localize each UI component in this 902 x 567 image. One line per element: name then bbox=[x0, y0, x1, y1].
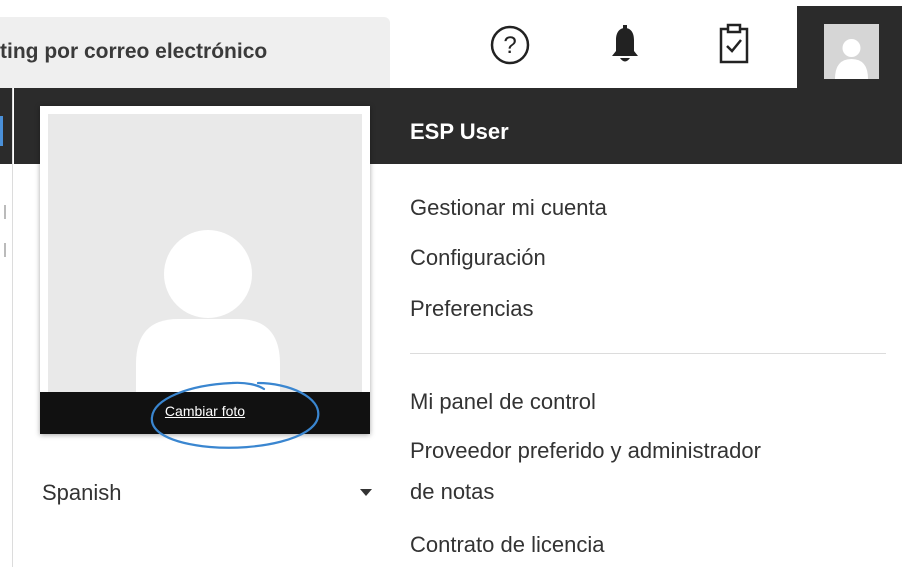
chevron-down-icon bbox=[360, 489, 372, 496]
menu-item-manage-account[interactable]: Gestionar mi cuenta bbox=[410, 192, 607, 224]
menu-item-preferred-provider[interactable]: Proveedor preferido y administrador bbox=[410, 435, 761, 467]
menu-item-license-agreement[interactable]: Contrato de licencia bbox=[410, 529, 604, 561]
language-select[interactable]: Spanish bbox=[40, 476, 372, 510]
profile-photo-card: Cambiar foto bbox=[40, 106, 370, 449]
account-dropdown: ESP User Cambiar foto Spanish Gestionar … bbox=[14, 88, 902, 567]
background-page-edge bbox=[0, 88, 13, 567]
menu-item-preferences[interactable]: Preferencias bbox=[410, 293, 534, 325]
menu-divider bbox=[410, 353, 886, 354]
menu-item-dashboard[interactable]: Mi panel de control bbox=[410, 386, 596, 418]
menu-item-preferred-provider-cont[interactable]: de notas bbox=[410, 476, 494, 508]
help-icon[interactable]: ? bbox=[487, 20, 533, 70]
profile-photo bbox=[48, 114, 362, 392]
clipboard-check-icon[interactable] bbox=[711, 20, 757, 70]
tab-label: ting por correo electrónico bbox=[0, 40, 268, 63]
menu-item-settings[interactable]: Configuración bbox=[410, 242, 546, 274]
person-placeholder-icon bbox=[136, 230, 280, 392]
top-header: ting por correo electrónico ? bbox=[0, 0, 902, 88]
account-menu-toggle[interactable] bbox=[797, 6, 902, 88]
photo-caption-bar: Cambiar foto bbox=[40, 392, 370, 434]
language-value: Spanish bbox=[42, 480, 122, 505]
change-photo-link[interactable]: Cambiar foto bbox=[165, 403, 245, 419]
user-name: ESP User bbox=[410, 119, 509, 144]
email-marketing-tab[interactable]: ting por correo electrónico bbox=[0, 17, 390, 88]
bell-icon[interactable] bbox=[602, 20, 648, 70]
avatar bbox=[824, 24, 879, 79]
svg-text:?: ? bbox=[503, 32, 516, 59]
